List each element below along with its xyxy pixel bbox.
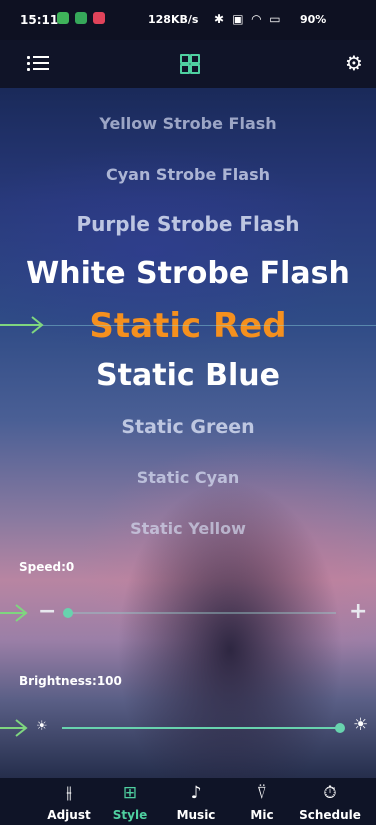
network-speed: 128KB/s xyxy=(148,13,199,26)
style-item[interactable]: Yellow Strobe Flash xyxy=(0,114,376,133)
battery-icon: ▭ xyxy=(269,12,283,26)
bottom-tab-bar: ⫲ Adjust ⊞ Style ♪ Music ⍢ Mic ⏱ Schedul… xyxy=(0,778,376,825)
tab-label: Mic xyxy=(250,808,274,822)
arrow-icon xyxy=(0,604,28,622)
tab-label: Style xyxy=(112,808,148,822)
arrow-icon xyxy=(0,316,44,334)
wifi-icon: ◠ xyxy=(251,12,264,26)
timer-icon: ⏱ xyxy=(323,783,337,803)
style-item[interactable]: Static Cyan xyxy=(0,468,376,487)
style-item[interactable]: White Strobe Flash xyxy=(0,256,376,291)
grid-icon: ⊞ xyxy=(122,783,138,803)
tab-label: Schedule xyxy=(299,808,361,822)
speed-slider-handle[interactable] xyxy=(63,608,73,618)
brightness-high-icon[interactable]: ☀ xyxy=(353,715,368,735)
grid-icon[interactable] xyxy=(180,54,200,74)
status-bar: 15:11 128KB/s ✱ ▣ ◠ ▭ 90% xyxy=(0,0,376,40)
status-icons: ✱ ▣ ◠ ▭ xyxy=(214,12,283,26)
mic-icon: ⍢ xyxy=(256,783,268,803)
brightness-slider-track[interactable] xyxy=(62,727,340,729)
speed-label: Speed:0 xyxy=(19,560,75,574)
battery-level: 90% xyxy=(300,13,327,26)
brightness-low-icon[interactable]: ☀ xyxy=(36,719,48,734)
brightness-slider-handle[interactable] xyxy=(335,723,345,733)
gear-icon[interactable]: ⚙ xyxy=(343,52,365,74)
speed-minus-button[interactable]: − xyxy=(38,599,56,624)
style-item[interactable]: Cyan Strobe Flash xyxy=(0,165,376,184)
sim-icon: ▣ xyxy=(232,12,246,26)
speed-slider-track[interactable] xyxy=(68,612,336,614)
app-notification-icon xyxy=(75,12,87,24)
bluetooth-icon: ✱ xyxy=(214,12,227,26)
style-item[interactable]: Purple Strobe Flash xyxy=(0,212,376,236)
selection-line xyxy=(0,325,376,326)
app-bar: ⚙ xyxy=(0,40,376,88)
tab-schedule[interactable]: ⏱ Schedule xyxy=(294,778,366,825)
menu-icon[interactable] xyxy=(27,55,49,73)
style-item[interactable]: Static Yellow xyxy=(0,519,376,538)
arrow-icon xyxy=(0,719,28,737)
style-picker[interactable]: Yellow Strobe Flash Cyan Strobe Flash Pu… xyxy=(0,88,376,558)
style-item[interactable]: Static Blue xyxy=(0,358,376,393)
tab-style[interactable]: ⊞ Style xyxy=(94,778,166,825)
tab-mic[interactable]: ⍢ Mic xyxy=(226,778,298,825)
music-icon: ♪ xyxy=(190,783,202,803)
brightness-label: Brightness:100 xyxy=(19,674,122,688)
tab-music[interactable]: ♪ Music xyxy=(160,778,232,825)
status-time: 15:11 xyxy=(20,13,59,27)
style-item[interactable]: Static Green xyxy=(0,416,376,438)
tab-label: Music xyxy=(176,808,216,822)
app-notification-icon xyxy=(57,12,69,24)
app-screen: 15:11 128KB/s ✱ ▣ ◠ ▭ 90% ⚙ Yellow Strob… xyxy=(0,0,376,825)
style-item-selected[interactable]: Static Red xyxy=(0,306,376,346)
app-notification-icon xyxy=(93,12,105,24)
speed-plus-button[interactable]: + xyxy=(349,599,367,624)
